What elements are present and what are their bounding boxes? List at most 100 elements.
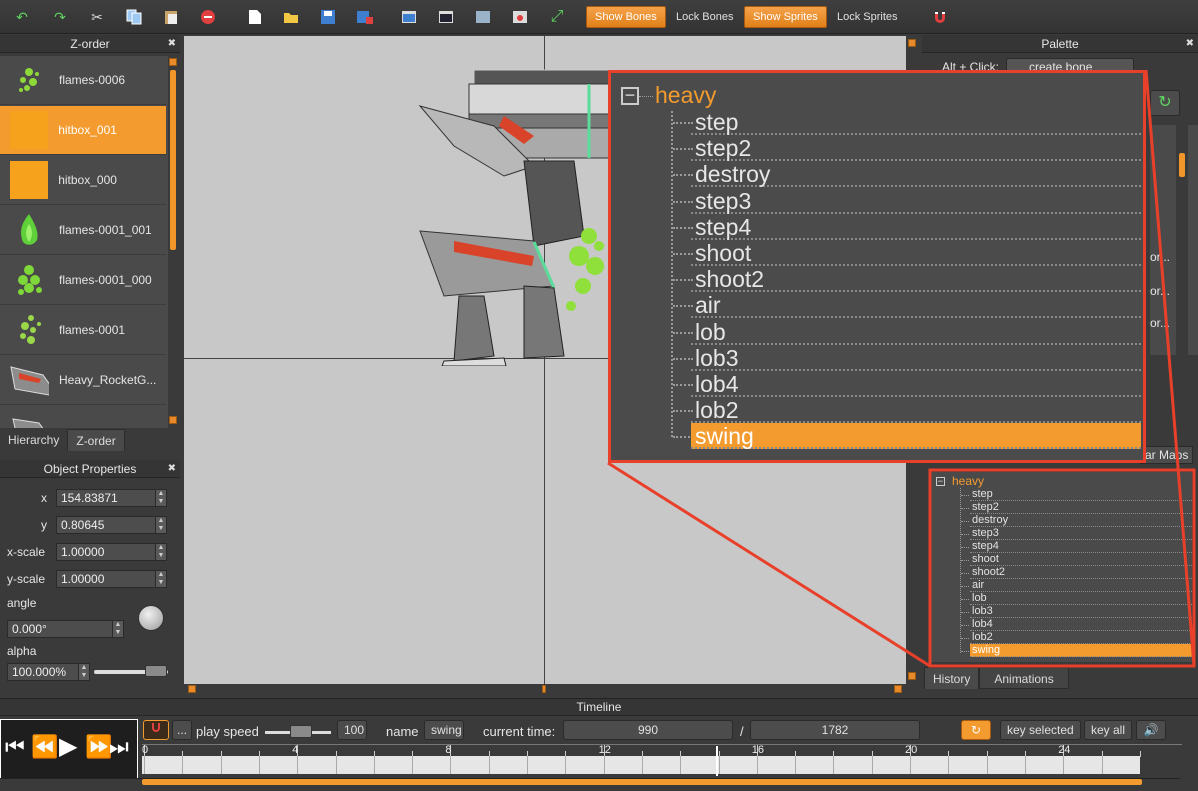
zoom-tree-node-lob3: lob3	[695, 344, 739, 371]
tab-animations[interactable]: Animations	[979, 667, 1069, 689]
sound-button[interactable]: 🔊	[1136, 720, 1166, 740]
timeline-hscroll[interactable]	[0, 778, 1180, 786]
scroll-thumb[interactable]	[170, 70, 176, 250]
show-sprites-button[interactable]: Show Sprites	[744, 6, 827, 28]
skip-start-icon[interactable]: ⏮	[5, 734, 25, 760]
rewind-icon[interactable]: ⏪	[31, 734, 58, 760]
undo-icon[interactable]: ↶	[12, 7, 32, 27]
alpha-slider-handle[interactable]	[145, 665, 167, 677]
tab-history[interactable]: History	[924, 667, 980, 689]
zorder-item-heavy-rocketg[interactable]: Heavy_RocketG...	[0, 356, 166, 405]
scroll-thumb[interactable]	[142, 779, 1142, 785]
scroll-thumb[interactable]	[542, 685, 546, 693]
window-icon-2[interactable]	[436, 7, 456, 27]
skip-end-icon[interactable]: ⏭	[109, 734, 129, 760]
paste-icon[interactable]	[161, 7, 181, 27]
zoom-tree-node-step3: step3	[695, 187, 752, 214]
more-options-button[interactable]: ...	[172, 720, 192, 740]
current-time-label: current time:	[483, 724, 556, 739]
play-icon[interactable]: ▶	[59, 732, 77, 761]
tree-connector	[673, 279, 693, 282]
x-field[interactable]: 154.83871	[56, 489, 156, 507]
yscale-field[interactable]: 1.00000	[56, 570, 156, 588]
magnet-snap-button[interactable]	[143, 720, 169, 740]
cut-icon[interactable]: ✂	[87, 7, 107, 27]
timeline-vscroll[interactable]	[1186, 720, 1196, 786]
open-folder-icon[interactable]	[281, 7, 301, 27]
zorder-item-flames-0001-000[interactable]: flames-0001_000	[0, 256, 166, 305]
lock-bones-button[interactable]: Lock Bones	[668, 6, 741, 28]
key-all-button[interactable]: key all	[1084, 720, 1133, 740]
ruler-label: 0	[142, 744, 149, 756]
close-icon[interactable]: ✖	[168, 35, 176, 53]
animation-name-field[interactable]: swing	[424, 720, 464, 740]
track-cell-divider	[871, 756, 873, 774]
current-time-field[interactable]: 990	[563, 720, 733, 740]
redo-icon[interactable]: ↷	[50, 7, 70, 27]
zorder-scrollbar[interactable]	[168, 56, 178, 428]
scroll-down-button[interactable]	[169, 416, 177, 424]
xscale-stepper[interactable]: ▲ ▼	[155, 543, 167, 561]
new-file-icon[interactable]	[245, 7, 265, 27]
alpha-stepper[interactable]: ▲ ▼	[78, 663, 90, 681]
left-tabbar: Hierarchy Z-order	[0, 429, 125, 451]
track-cell-divider	[297, 756, 299, 774]
scroll-up-button[interactable]	[908, 39, 916, 47]
zorder-item-flames-0006[interactable]: flames-0006	[0, 56, 166, 105]
zorder-item-flames-0001-001[interactable]: flames-0001_001	[0, 206, 166, 255]
list-item-label: hitbox_000	[58, 173, 117, 187]
tree-connector	[673, 226, 693, 229]
save-icon[interactable]	[318, 7, 338, 27]
yscale-stepper[interactable]: ▲ ▼	[155, 570, 167, 588]
track-cell-divider	[450, 756, 452, 774]
timeline-track[interactable]	[142, 756, 1140, 774]
total-time-field[interactable]: 1782	[750, 720, 920, 740]
zorder-panel-title: Z-order ✖	[0, 35, 180, 53]
play-speed-handle[interactable]	[290, 725, 312, 738]
ruler-label: 24	[1058, 744, 1071, 756]
export-icon[interactable]	[355, 7, 375, 27]
play-speed-field[interactable]: 100	[337, 720, 367, 740]
ruler-label: 8	[445, 744, 452, 756]
magnet-icon	[152, 723, 160, 732]
scroll-right-button[interactable]	[894, 685, 902, 693]
palette-panel-title: Palette ✖	[922, 35, 1198, 53]
window-icon-1[interactable]	[399, 7, 419, 27]
angle-field[interactable]: 0.000°	[7, 620, 113, 638]
zorder-item-hitbox-001[interactable]: hitbox_001	[0, 106, 166, 155]
track-cell-divider	[641, 756, 643, 774]
canvas-hscroll[interactable]	[184, 684, 906, 694]
zorder-item-flames-0001[interactable]: flames-0001	[0, 306, 166, 355]
xscale-field[interactable]: 1.00000	[56, 543, 156, 561]
window-icon-4[interactable]	[510, 7, 530, 27]
track-cell-divider	[565, 756, 567, 774]
angle-stepper[interactable]: ▲ ▼	[112, 620, 124, 638]
playhead[interactable]	[716, 746, 718, 776]
delete-icon[interactable]	[198, 7, 218, 27]
scroll-down-button[interactable]	[908, 672, 916, 680]
x-stepper[interactable]: ▲ ▼	[155, 489, 167, 507]
show-bones-button[interactable]: Show Bones	[586, 6, 666, 28]
zorder-item-partial[interactable]	[0, 406, 166, 428]
y-stepper[interactable]: ▲ ▼	[155, 516, 167, 534]
angle-dial[interactable]	[138, 605, 164, 631]
key-selected-button[interactable]: key selected	[1000, 720, 1081, 740]
scroll-up-button[interactable]	[169, 58, 177, 66]
scroll-left-button[interactable]	[188, 685, 196, 693]
loop-button[interactable]: ↻	[961, 720, 991, 740]
copy-icon[interactable]	[124, 7, 144, 27]
alpha-field[interactable]: 100.000%	[7, 663, 79, 681]
window-icon-3[interactable]	[473, 7, 493, 27]
magnet-icon[interactable]	[930, 7, 950, 27]
zorder-item-hitbox-000[interactable]: hitbox_000	[0, 156, 166, 205]
hitbox-thumbnail	[9, 160, 48, 200]
close-icon[interactable]: ✖	[1186, 35, 1194, 53]
lock-sprites-button[interactable]: Lock Sprites	[829, 6, 906, 28]
y-field[interactable]: 0.80645	[56, 516, 156, 534]
fit-view-icon[interactable]: ⤢	[547, 7, 567, 27]
flames-thumbnail	[9, 210, 49, 250]
track-cell-divider	[986, 756, 988, 774]
close-icon[interactable]: ✖	[168, 460, 176, 478]
tab-hierarchy[interactable]: Hierarchy	[0, 429, 67, 451]
tab-zorder[interactable]: Z-order	[67, 429, 125, 451]
